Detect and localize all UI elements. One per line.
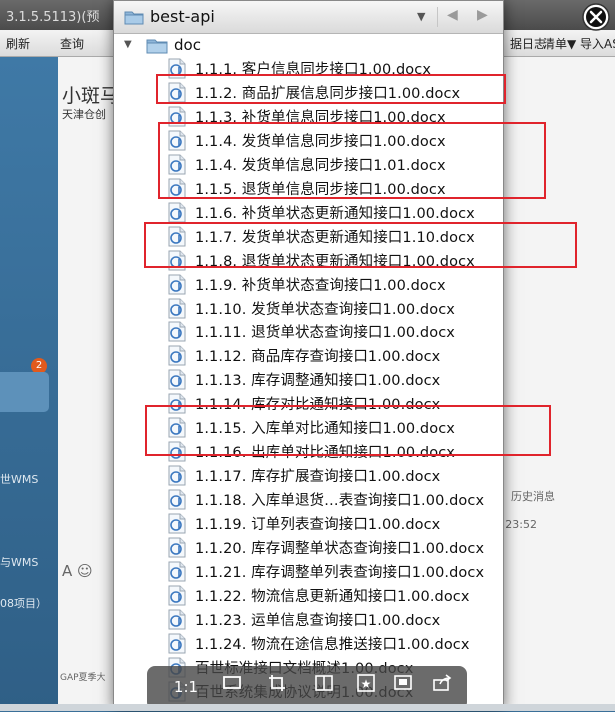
folder-icon <box>146 39 168 54</box>
file-row[interactable]: 1.1.11. 退货单状态查询接口1.00.docx <box>114 319 503 343</box>
file-name: 1.1.12. 商品库存查询接口1.00.docx <box>195 349 441 366</box>
file-row[interactable]: 1.1.6. 补货单状态更新通知接口1.00.docx <box>114 200 503 224</box>
forward-icon[interactable]: ▶ <box>477 7 488 23</box>
docx-file-icon <box>168 585 186 606</box>
docx-file-icon <box>168 369 186 390</box>
file-row[interactable]: 1.1.24. 物流在途信息推送接口1.00.docx <box>114 631 503 655</box>
docx-file-icon <box>168 609 186 630</box>
file-row[interactable]: 1.1.21. 库存调整单列表查询接口1.00.docx <box>114 559 503 583</box>
back-icon[interactable]: ◀ <box>447 7 458 23</box>
file-name: 1.1.9. 补货单状态查询接口1.00.docx <box>195 277 446 294</box>
svg-text:★: ★ <box>361 677 372 691</box>
docx-file-icon <box>168 321 186 342</box>
header-divider <box>437 7 438 27</box>
message-time: 23:52 <box>505 518 537 531</box>
fullscreen-icon[interactable] <box>390 674 416 700</box>
file-row[interactable]: 1.1.13. 库存调整通知接口1.00.docx <box>114 367 503 391</box>
file-name: 1.1.22. 物流信息更新通知接口1.00.docx <box>195 588 470 605</box>
refresh-button[interactable]: 刷新 <box>6 35 30 52</box>
docx-file-icon <box>168 537 186 558</box>
file-name: 1.1.10. 发货单状态查询接口1.00.docx <box>195 301 455 318</box>
docx-file-icon <box>168 633 186 654</box>
file-row[interactable]: 1.1.19. 订单列表查询接口1.00.docx <box>114 511 503 535</box>
highlight-box <box>145 405 551 456</box>
composer-icons[interactable]: A ☺ <box>62 562 93 580</box>
sidebar-label[interactable]: 世WMS <box>0 471 38 487</box>
chevron-down-icon[interactable]: ▼ <box>417 10 425 23</box>
docx-file-icon <box>168 345 186 366</box>
disclosure-triangle-icon[interactable]: ▼ <box>124 39 132 50</box>
background-bottom-strip <box>0 704 615 711</box>
file-name: 1.1.21. 库存调整单列表查询接口1.00.docx <box>195 564 485 581</box>
file-name: 1.1.6. 补货单状态更新通知接口1.00.docx <box>195 205 475 222</box>
docx-file-icon <box>168 489 186 510</box>
highlight-box <box>144 222 577 268</box>
zoom-actual-size-button[interactable]: 1:1 <box>173 674 199 700</box>
file-row[interactable]: 1.1.20. 库存调整单状态查询接口1.00.docx <box>114 535 503 559</box>
file-row[interactable]: 1.1.23. 运单信息查询接口1.00.docx <box>114 607 503 631</box>
bookmark-star-icon[interactable]: ★ <box>353 674 379 700</box>
file-row[interactable]: 1.1.12. 商品库存查询接口1.00.docx <box>114 343 503 367</box>
popup-header: best-api ▼ ◀ ▶ <box>114 1 503 34</box>
file-row[interactable]: 1.1.9. 补货单状态查询接口1.00.docx <box>114 272 503 296</box>
sidebar-label[interactable]: 08项目） <box>0 595 47 611</box>
share-screen-icon[interactable] <box>219 674 245 700</box>
sidebar-label[interactable]: 与WMS <box>0 554 38 570</box>
share-icon[interactable] <box>429 674 455 700</box>
file-row[interactable]: 1.1.17. 库存扩展查询接口1.00.docx <box>114 463 503 487</box>
file-name: 1.1.24. 物流在途信息推送接口1.00.docx <box>195 636 470 653</box>
highlight-box <box>158 122 546 199</box>
docx-file-icon <box>168 561 186 582</box>
docx-file-icon <box>168 202 186 223</box>
background-sidebar: 2 世WMS 与WMS 08项目） <box>0 57 58 711</box>
background-title: 3.1.5.5113)(预 <box>6 10 100 25</box>
history-link[interactable]: 历史消息 <box>511 488 555 504</box>
file-name: 1.1.20. 库存调整单状态查询接口1.00.docx <box>195 541 485 557</box>
query-button[interactable]: 查询 <box>60 35 84 52</box>
log-button[interactable]: 据日志 <box>510 35 546 52</box>
docx-file-icon <box>168 298 186 318</box>
close-icon[interactable] <box>578 0 614 36</box>
tree-root-doc[interactable]: ▼ doc <box>114 34 503 56</box>
folder-popup: best-api ▼ ◀ ▶ ▼ doc 1.1.1. 客户信息同步接口1.00… <box>113 0 504 711</box>
highlight-box <box>156 74 506 104</box>
docx-file-icon <box>168 513 186 534</box>
file-name: 1.1.23. 运单信息查询接口1.00.docx <box>195 612 441 629</box>
file-name: 1.1.17. 库存扩展查询接口1.00.docx <box>195 469 441 486</box>
file-name: 1.1.13. 库存调整通知接口1.00.docx <box>195 373 441 390</box>
contact-name: 小斑马 <box>62 85 120 107</box>
file-row[interactable]: 1.1.10. 发货单状态查询接口1.00.docx <box>114 296 503 320</box>
gap-text: GAP夏季大 <box>60 673 106 683</box>
file-name: 1.1.11. 退货单状态查询接口1.00.docx <box>195 325 455 342</box>
docx-file-icon <box>168 274 186 295</box>
docx-file-icon <box>168 465 186 486</box>
grid-icon[interactable] <box>311 674 337 700</box>
file-name: 1.1.18. 入库单退货…表查询接口1.00.docx <box>195 493 485 510</box>
folder-icon <box>124 11 144 25</box>
contact-subtitle: 天津仓创 <box>62 108 106 121</box>
crop-icon[interactable] <box>265 674 291 700</box>
file-row[interactable]: 1.1.18. 入库单退货…表查询接口1.00.docx <box>114 487 503 511</box>
folder-title: best-api <box>150 7 215 26</box>
file-name: 1.1.19. 订单列表查询接口1.00.docx <box>195 517 441 534</box>
sidebar-selected-item[interactable] <box>0 372 49 412</box>
file-row[interactable]: 1.1.22. 物流信息更新通知接口1.00.docx <box>114 583 503 607</box>
list-menu[interactable]: 清单▼ <box>543 35 576 52</box>
tree-root-label: doc <box>174 36 201 54</box>
import-button[interactable]: 导入AS <box>580 35 615 52</box>
